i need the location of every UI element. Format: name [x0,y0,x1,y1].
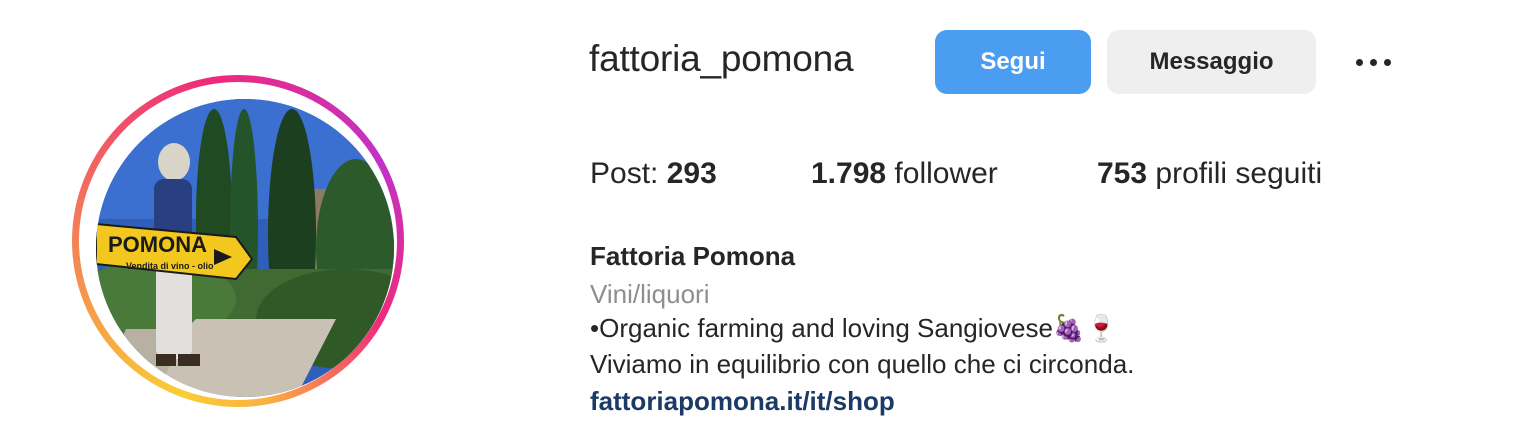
profile-username: fattoria_pomona [589,38,854,79]
avatar-photo-illustration: POMONA Vendita di vino - olio [96,99,394,397]
bio-text-line-2: Viviamo in equilibrio con quello che ci … [590,349,1135,379]
profile-avatar-story-ring[interactable]: POMONA Vendita di vino - olio [72,75,404,407]
more-options-button[interactable] [1345,42,1401,82]
follow-button[interactable]: Segui [935,30,1091,94]
posts-stat: Post: 293 [590,157,717,191]
bio-website-link[interactable]: fattoriapomona.it/it/shop [590,386,895,417]
following-count: 753 [1097,157,1148,190]
avatar-ring-gap: POMONA Vendita di vino - olio [79,82,397,400]
following-stat[interactable]: 753 profili seguiti [1097,157,1322,191]
followers-stat[interactable]: 1.798 follower [811,157,998,191]
posts-label: Post: [590,157,659,190]
profile-full-name: Fattoria Pomona [590,241,796,271]
profile-category: Vini/liquori [590,279,710,309]
followers-label: follower [894,157,998,190]
followers-count: 1.798 [811,157,887,190]
avatar-sign-sub-text: Vendita di vino - olio [126,261,214,271]
bio-text-line-1: •Organic farming and loving Sangiovese🍇🍷 [590,313,1118,343]
more-horizontal-icon-dot [1369,58,1377,66]
more-horizontal-icon-dot [1383,58,1391,66]
more-horizontal-icon [1355,58,1363,66]
profile-avatar[interactable]: POMONA Vendita di vino - olio [96,99,394,397]
avatar-sign-main-text: POMONA [108,232,207,257]
posts-count: 293 [666,157,717,190]
message-button[interactable]: Messaggio [1107,30,1316,94]
following-label: profili seguiti [1155,157,1323,190]
